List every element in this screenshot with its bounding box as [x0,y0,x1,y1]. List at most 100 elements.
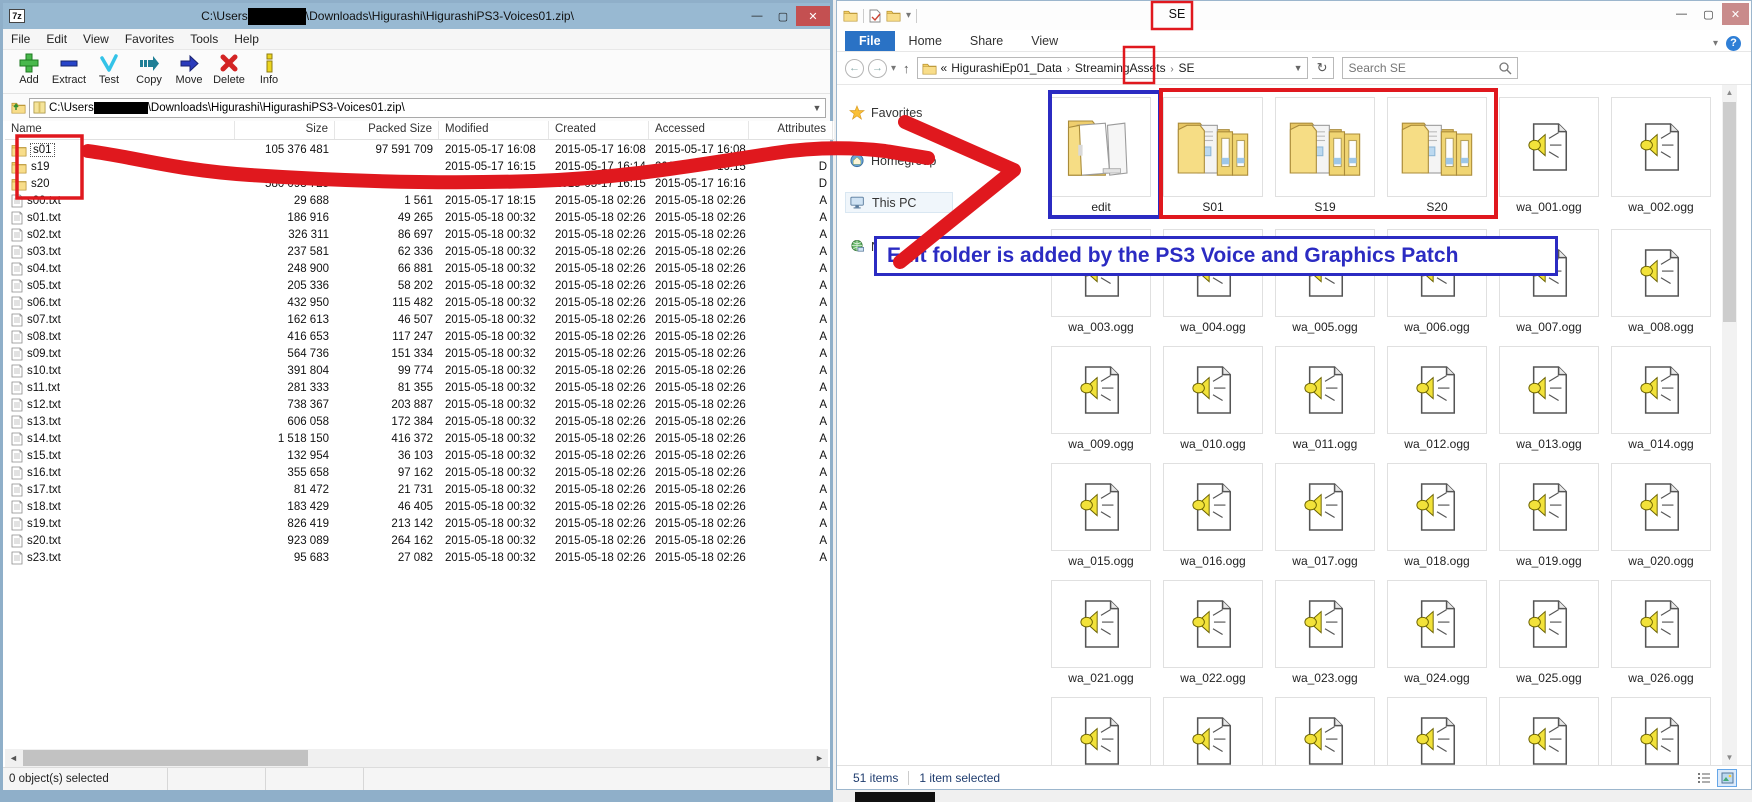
explorer-titlebar[interactable]: ▾ SE — ▢ ✕ [837,1,1751,30]
table-row[interactable]: s05.txt205 33658 2022015-05-18 00:322015… [5,277,834,294]
table-row[interactable]: s12.txt738 367203 8872015-05-18 00:32201… [5,396,834,413]
table-row[interactable]: s08.txt416 653117 2472015-05-18 00:32201… [5,328,834,345]
tab-home[interactable]: Home [895,31,956,51]
grid-item-wa_016.ogg[interactable]: wa_016.ogg [1163,463,1263,568]
table-row[interactable]: s04.txt248 90066 8812015-05-18 00:322015… [5,260,834,277]
grid-item-wa_025.ogg[interactable]: wa_025.ogg [1499,580,1599,685]
breadcrumb-item-se[interactable]: SE [1178,61,1194,75]
grid-item-edit[interactable]: edit [1051,97,1151,214]
tab-view[interactable]: View [1017,31,1072,51]
column-header-size[interactable]: Size [235,121,335,139]
sidebar-item-favorites[interactable]: Favorites [845,103,926,122]
grid-item-wa_019.ogg[interactable]: wa_019.ogg [1499,463,1599,568]
menu-item-edit[interactable]: Edit [38,30,75,48]
sidebar-item-homegroup[interactable]: Homegroup [845,151,940,170]
menu-item-view[interactable]: View [75,30,117,48]
table-row[interactable]: s19.txt826 419213 1422015-05-18 00:32201… [5,515,834,532]
scrollbar-thumb[interactable] [23,750,308,766]
back-button[interactable]: ← [845,59,864,78]
sevenzip-titlebar[interactable]: 7z C:\Users\Downloads\Higurashi\Higurash… [3,3,830,29]
up-button[interactable]: ↑ [900,61,913,76]
up-one-level-button[interactable] [7,98,29,118]
grid-item-wa_012.ogg[interactable]: wa_012.ogg [1387,346,1487,451]
grid-item-wa_015.ogg[interactable]: wa_015.ogg [1051,463,1151,568]
maximize-button[interactable]: ▢ [770,6,796,26]
menu-item-tools[interactable]: Tools [182,30,226,48]
toolbar-button-delete[interactable]: Delete [209,50,249,86]
toolbar-button-test[interactable]: Test [89,50,129,86]
menu-item-help[interactable]: Help [226,30,267,48]
toolbar-button-move[interactable]: Move [169,50,209,86]
table-row[interactable]: s14.txt1 518 150416 3722015-05-18 00:322… [5,430,834,447]
grid-item-wa_014.ogg[interactable]: wa_014.ogg [1611,346,1711,451]
table-row[interactable]: s07.txt162 61346 5072015-05-18 00:322015… [5,311,834,328]
chevron-down-icon[interactable]: ▼ [1294,63,1307,73]
grid-item-wa_008.ogg[interactable]: wa_008.ogg [1611,229,1711,334]
scroll-up-icon[interactable]: ▲ [1722,85,1737,100]
scroll-down-icon[interactable]: ▼ [1722,750,1737,765]
table-row[interactable]: s16.txt355 65897 1622015-05-18 00:322015… [5,464,834,481]
breadcrumb-overflow[interactable]: « [941,61,948,75]
search-box[interactable] [1342,57,1518,79]
grid-item-s01[interactable]: S01 [1163,97,1263,214]
toolbar-button-copy[interactable]: Copy [129,50,169,86]
table-row[interactable]: s01.txt186 91649 2652015-05-18 00:322015… [5,209,834,226]
toolbar-button-add[interactable]: Add [9,50,49,86]
grid-item-wa_023.ogg[interactable]: wa_023.ogg [1275,580,1375,685]
vertical-scrollbar[interactable]: ▲ ▼ [1722,85,1737,765]
column-header-created[interactable]: Created [549,121,649,139]
grid-item-wa_022.ogg[interactable]: wa_022.ogg [1163,580,1263,685]
new-folder-icon[interactable] [886,9,901,22]
help-icon[interactable]: ? [1726,36,1741,51]
minimize-button[interactable]: — [1668,3,1695,25]
minimize-button[interactable]: — [744,6,770,26]
column-header-name[interactable]: Name [5,121,235,139]
search-input[interactable] [1343,61,1498,75]
grid-item-wa_009.ogg[interactable]: wa_009.ogg [1051,346,1151,451]
table-row[interactable]: s00.txt29 6881 5612015-05-17 18:152015-0… [5,192,834,209]
grid-item-wa_011.ogg[interactable]: wa_011.ogg [1275,346,1375,451]
grid-item-wa_013.ogg[interactable]: wa_013.ogg [1499,346,1599,451]
table-row[interactable]: s09.txt564 736151 3342015-05-18 00:32201… [5,345,834,362]
grid-item-s19[interactable]: S19 [1275,97,1375,214]
grid-item-wa_010.ogg[interactable]: wa_010.ogg [1163,346,1263,451]
properties-icon[interactable] [869,9,881,23]
table-row[interactable]: s20580 093 725543 383 9662015-05-17 16:1… [5,175,834,192]
scroll-left-icon[interactable]: ◄ [5,753,22,763]
grid-item-wa_026.ogg[interactable]: wa_026.ogg [1611,580,1711,685]
grid-item-s20[interactable]: S20 [1387,97,1487,214]
table-row[interactable]: s17.txt81 47221 7312015-05-18 00:322015-… [5,481,834,498]
column-header-modified[interactable]: Modified [439,121,549,139]
scrollbar-thumb[interactable] [1723,102,1736,322]
table-row[interactable]: s18.txt183 42946 4052015-05-18 00:322015… [5,498,834,515]
search-icon[interactable] [1498,61,1512,75]
archive-path-combobox[interactable]: C:\Users\Downloads\Higurashi\HigurashiPS… [29,98,826,118]
details-view-button[interactable] [1694,769,1714,787]
grid-item-wa_017.ogg[interactable]: wa_017.ogg [1275,463,1375,568]
table-row[interactable]: s02.txt326 31186 6972015-05-18 00:322015… [5,226,834,243]
column-header-accessed[interactable]: Accessed [649,121,749,139]
forward-button[interactable]: → [868,59,887,78]
collapse-ribbon-icon[interactable]: ▾ [1713,38,1718,49]
folder-icon[interactable] [843,9,858,22]
breadcrumb-item-streamingassets[interactable]: StreamingAssets [1075,61,1166,75]
sidebar-item-this-pc[interactable]: This PC [845,192,953,213]
breadcrumb-item-higurashiep01_data[interactable]: HigurashiEp01_Data [951,61,1062,75]
refresh-button[interactable]: ↻ [1312,57,1334,79]
table-row[interactable]: s20.txt923 089264 1622015-05-18 00:32201… [5,532,834,549]
chevron-down-icon[interactable]: ▼ [809,103,825,113]
grid-item-wa_002.ogg[interactable]: wa_002.ogg [1611,97,1711,214]
column-header-packed-size[interactable]: Packed Size [335,121,439,139]
thumbnail-view-button[interactable] [1717,769,1737,787]
table-row[interactable]: s15.txt132 95436 1032015-05-18 00:322015… [5,447,834,464]
chevron-down-icon[interactable]: ▾ [906,10,911,21]
menu-item-file[interactable]: File [3,30,38,48]
table-row[interactable]: s01105 376 48197 591 7092015-05-17 16:08… [5,141,834,158]
toolbar-button-info[interactable]: Info [249,50,289,86]
table-row[interactable]: s23.txt95 68327 0822015-05-18 00:322015-… [5,549,834,566]
horizontal-scrollbar[interactable]: ◄ ► [5,749,828,767]
grid-item-wa_021.ogg[interactable]: wa_021.ogg [1051,580,1151,685]
table-row[interactable]: s10.txt391 80499 7742015-05-18 00:322015… [5,362,834,379]
table-row[interactable]: s13.txt606 058172 3842015-05-18 00:32201… [5,413,834,430]
table-row[interactable]: s03.txt237 58162 3362015-05-18 00:322015… [5,243,834,260]
